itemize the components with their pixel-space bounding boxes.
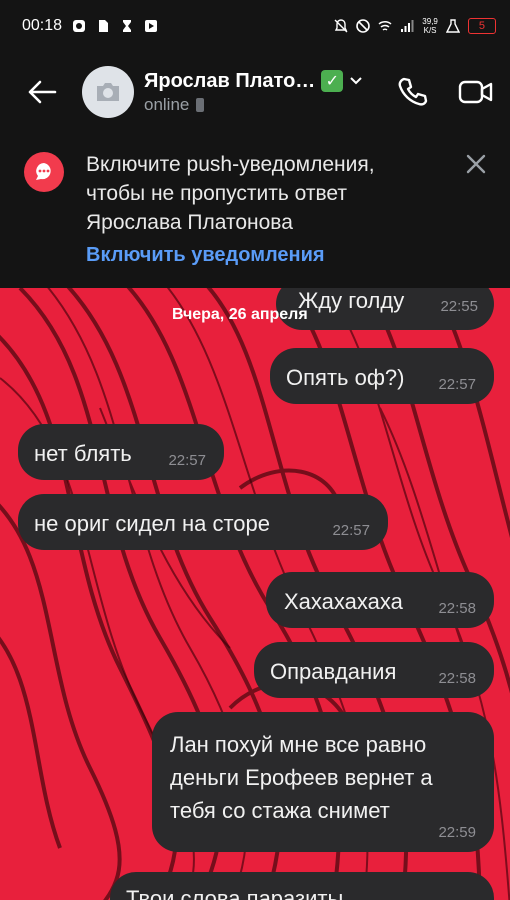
message-time: 22:57 — [168, 452, 206, 469]
chat-area[interactable]: Жду голду 22:55 Вчера, 26 апреля Опять о… — [0, 288, 510, 900]
message-text: Лан похуй мне все равно деньги Ерофеев в… — [170, 728, 433, 827]
message-time: 22:59 — [438, 824, 476, 841]
check-mark-icon: ✓ — [321, 70, 344, 92]
network-speed-unit: K/S — [423, 26, 437, 35]
message-text: нет блять — [34, 441, 132, 466]
message-text-line: тебя со стажа снимет — [170, 798, 390, 823]
message-bubble-outgoing[interactable]: Лан похуй мне все равно деньги Ерофеев в… — [152, 712, 494, 852]
message-bubble-outgoing[interactable]: Опять оф?) 22:57 — [270, 348, 494, 404]
message-text-line: Лан похуй мне все равно — [170, 732, 427, 757]
notification-bell-icon — [24, 152, 64, 192]
signal-icon — [401, 20, 414, 32]
chat-header: Ярослав Плато… ✓ online — [0, 52, 510, 132]
banner-message: Включите push-уведомления, чтобы не проп… — [86, 153, 375, 234]
wifi-icon — [378, 20, 392, 31]
lab-flask-icon — [445, 19, 460, 33]
file-notification-icon — [99, 20, 109, 32]
back-button[interactable] — [22, 72, 62, 112]
mobile-phone-icon — [196, 97, 205, 112]
battery-indicator: 5 — [467, 18, 496, 34]
chevron-down-icon[interactable] — [349, 76, 363, 86]
avatar[interactable] — [82, 66, 134, 118]
play-notification-icon — [145, 20, 158, 32]
message-text: Оправдания — [270, 659, 397, 684]
contact-status: online — [144, 94, 190, 114]
network-speed-value: 39,9 — [422, 17, 438, 26]
message-text: Жду голду — [298, 288, 405, 313]
close-icon[interactable] — [464, 152, 488, 176]
status-time: 00:18 — [22, 17, 63, 34]
message-time: 22:57 — [438, 376, 476, 393]
message-bubble-incoming[interactable]: не ориг сидел на сторе 22:57 — [18, 494, 388, 550]
message-time: 22:58 — [438, 670, 476, 687]
message-bubble-outgoing[interactable]: Твои слова паразиты — [110, 872, 494, 900]
contact-info[interactable]: Ярослав Плато… ✓ online — [144, 70, 363, 115]
hourglass-icon — [123, 20, 132, 32]
phone-call-icon[interactable] — [396, 75, 430, 109]
contact-name: Ярослав Плато… — [144, 69, 316, 92]
do-not-disturb-icon — [356, 19, 371, 33]
message-text: Твои слова паразиты — [126, 886, 344, 900]
message-text-line: деньги Ерофеев вернет а — [170, 765, 433, 790]
message-bubble-outgoing[interactable]: Хахахахаха 22:58 — [266, 572, 494, 628]
message-bubble-incoming[interactable]: нет блять 22:57 — [18, 424, 224, 480]
message-text: Хахахахаха — [284, 589, 403, 614]
message-text: не ориг сидел на сторе — [34, 511, 271, 536]
app-notification-icon — [73, 20, 86, 32]
message-time: 22:58 — [438, 600, 476, 617]
camera-icon — [97, 83, 119, 101]
video-call-icon[interactable] — [458, 78, 494, 106]
message-time: 22:55 — [440, 298, 478, 315]
push-notification-banner: Включите push-уведомления, чтобы не проп… — [0, 132, 510, 288]
status-bar: 00:18 39,9 K/S 5 — [0, 0, 510, 52]
message-text: Опять оф?) — [286, 365, 405, 390]
message-time: 22:57 — [332, 522, 370, 539]
enable-notifications-link[interactable]: Включить уведомления — [86, 244, 325, 267]
arrow-left-icon — [28, 80, 57, 104]
date-separator: Вчера, 26 апреля — [172, 306, 308, 323]
message-bubble-outgoing[interactable]: Оправдания 22:58 — [254, 642, 494, 698]
mute-bell-icon — [334, 19, 348, 33]
network-speed: 39,9 K/S — [422, 17, 438, 35]
